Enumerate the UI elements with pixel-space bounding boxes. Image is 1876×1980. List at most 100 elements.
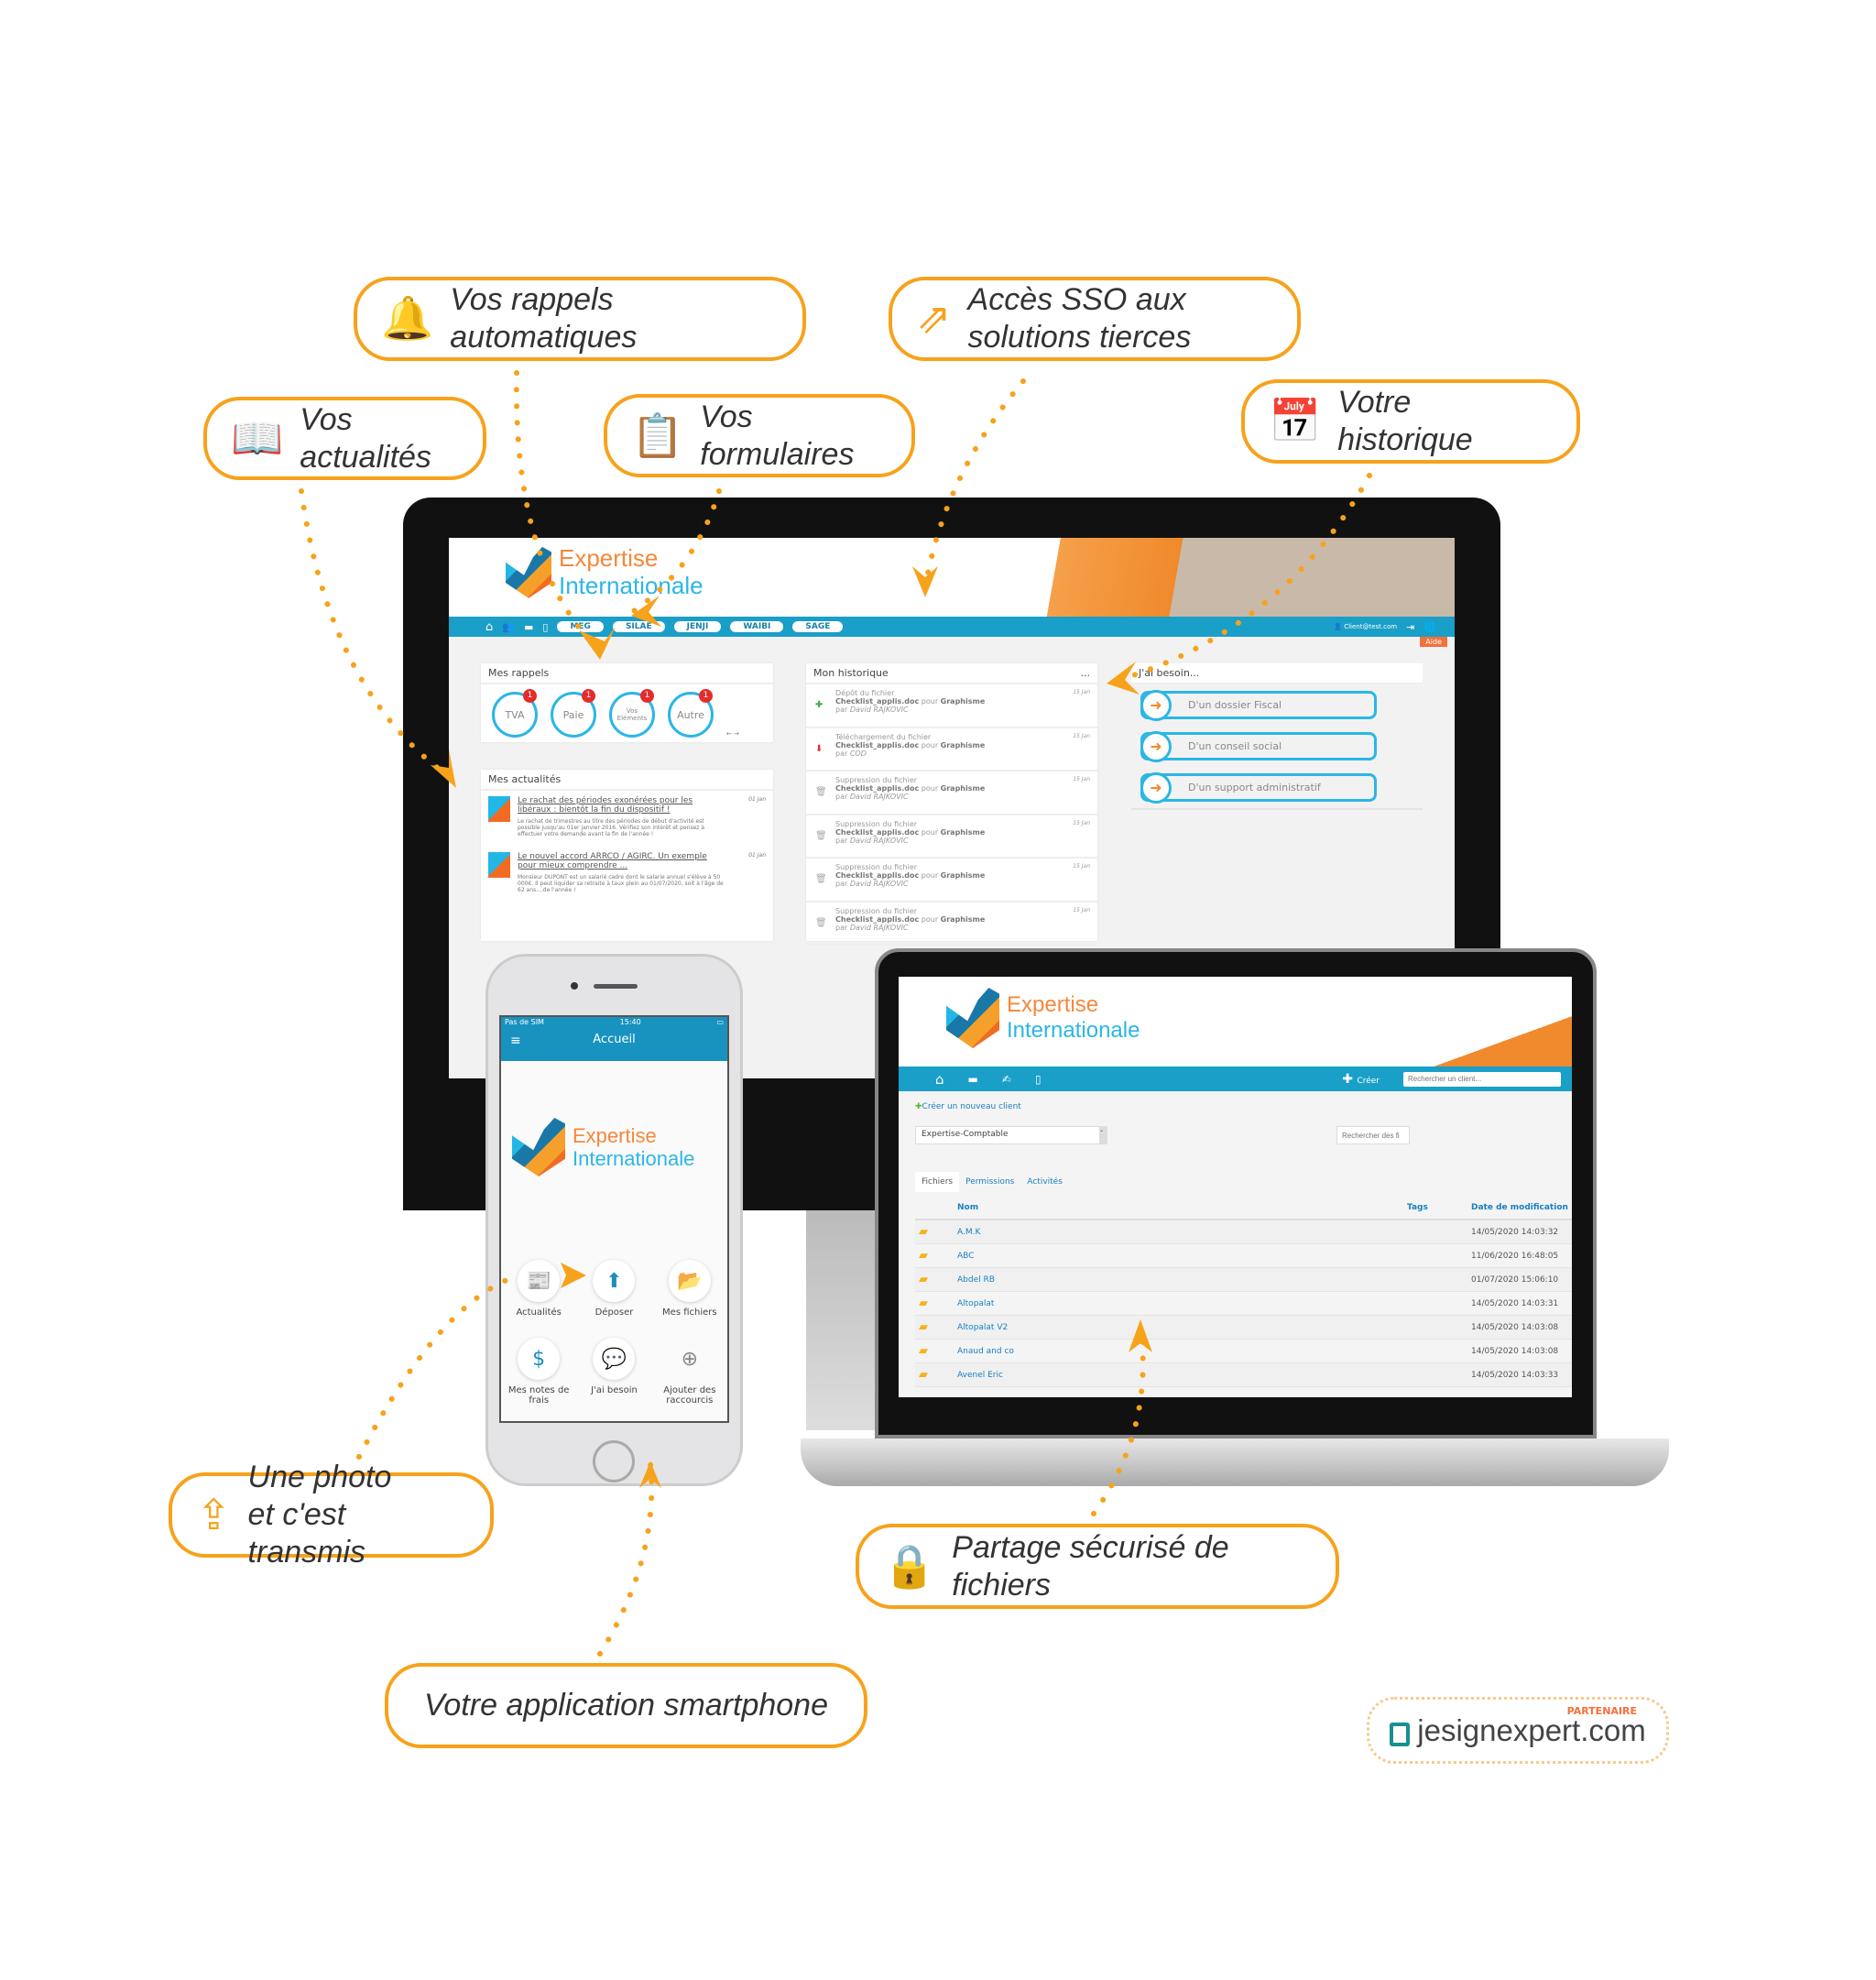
table-row[interactable]: ▰ Altopalat 14/05/2020 14:03:31 — [915, 1292, 1572, 1316]
file-name[interactable]: A.M.K — [957, 1228, 1407, 1237]
file-name[interactable]: Avenel Eric — [957, 1371, 1407, 1380]
need-fiscal-button[interactable]: ➜ D'un dossier Fiscal — [1140, 689, 1377, 721]
users-icon[interactable]: 👥 — [502, 621, 515, 633]
table-row[interactable]: ▰ A.M.K 14/05/2020 14:03:32 — [915, 1220, 1572, 1244]
news-title[interactable]: Le rachat des périodes exonérées pour le… — [518, 796, 728, 815]
hamburger-menu-icon[interactable]: ≡ — [510, 1034, 521, 1048]
news-item[interactable]: Le nouvel accord ARRCO / AGIRC. Un exemp… — [481, 847, 773, 899]
file-name[interactable]: Altopalat — [957, 1299, 1407, 1308]
shortcut-newspaper[interactable]: 📰 Actualités — [501, 1260, 576, 1318]
history-pour: pour — [921, 827, 939, 837]
history-date: 15 Jan — [1073, 819, 1090, 826]
history-file: Checklist_applis.doc — [835, 784, 920, 793]
history-item[interactable]: ✚ Dépôt du fichier Checklist_applis.doc … — [806, 684, 1097, 728]
history-user: David RAJKOVIC — [849, 706, 909, 714]
prev-button[interactable]: ← — [726, 730, 732, 738]
file-name[interactable]: ABC — [957, 1252, 1407, 1261]
reminder-autre[interactable]: Autre 1 — [668, 689, 714, 738]
partner-logo: jesignexpert.com PARTENAIRE — [1367, 1697, 1669, 1764]
col-nom[interactable]: Nom — [957, 1203, 1407, 1212]
brand-logo: Expertise Internationale — [512, 1118, 694, 1176]
need-social-button[interactable]: ➜ D'un conseil social — [1140, 730, 1377, 762]
more-menu-icon[interactable]: ... — [1081, 667, 1091, 679]
clipboard-icon[interactable]: ▯ — [542, 621, 548, 633]
news-title[interactable]: Le nouvel accord ARRCO / AGIRC. Un exemp… — [518, 852, 728, 870]
history-target: Graphisme — [940, 914, 986, 924]
shortcut-plus-circle[interactable]: ⊕ Ajouter des raccourcis — [652, 1338, 727, 1406]
next-button[interactable]: → — [734, 730, 739, 738]
home-icon[interactable]: ⌂ — [485, 620, 493, 634]
need-label: D'un support administratif — [1188, 782, 1321, 793]
arrow-right-icon: ➜ — [1140, 730, 1172, 762]
clipboard-icon[interactable]: ▯ — [1035, 1073, 1042, 1086]
select-value: Expertise-Comptable — [922, 1130, 1009, 1139]
folder-icon[interactable]: ▬ — [524, 621, 533, 633]
search-client-input[interactable] — [1403, 1071, 1561, 1087]
file-name[interactable]: Altopalat V2 — [957, 1323, 1407, 1332]
globe-icon[interactable]: 🌐 — [1423, 621, 1436, 633]
file-upload-icon: ⬆ — [593, 1260, 636, 1302]
history-item[interactable]: 🗑 Suppression du fichier Checklist_appli… — [806, 902, 1097, 946]
history-item[interactable]: 🗑 Suppression du fichier Checklist_appli… — [806, 859, 1097, 902]
home-button[interactable] — [593, 1440, 635, 1482]
tab-fichiers[interactable]: Fichiers — [915, 1172, 960, 1192]
partner-badge: PARTENAIRE — [1566, 1705, 1637, 1717]
nav-pill-sage[interactable]: SAGE — [792, 621, 844, 632]
arrow-right-icon: ➜ — [1140, 771, 1172, 804]
nav-pill-silae[interactable]: SILAE — [612, 621, 665, 632]
nav-pill-meg[interactable]: MEG — [557, 621, 604, 632]
callout-actualites: 📖 Vos actualités — [203, 397, 486, 480]
shortcut-expense-file[interactable]: $ Mes notes de frais — [501, 1338, 576, 1406]
col-tags[interactable]: Tags — [1407, 1203, 1471, 1212]
shortcut-folder-open[interactable]: 📂 Mes fichiers — [652, 1260, 727, 1318]
arrow-right-icon: ➜ — [1140, 689, 1172, 721]
help-button[interactable]: Aide — [1420, 637, 1447, 647]
new-client-link[interactable]: ✚Créer un nouveau client — [915, 1102, 1021, 1111]
file-name[interactable]: Abdel RB — [957, 1275, 1407, 1285]
table-row[interactable]: ▰ Anaud and co 14/05/2020 14:03:08 — [915, 1340, 1572, 1363]
signature-icon[interactable]: ✍ — [1002, 1073, 1011, 1086]
table-row[interactable]: ▰ Abdel RB 01/07/2020 15:06:10 — [915, 1268, 1572, 1292]
news-item[interactable]: Le rachat des périodes exonérées pour le… — [481, 791, 773, 843]
table-row[interactable]: ▰ Altopalat V2 14/05/2020 14:03:08 — [915, 1316, 1572, 1340]
callout-photo: ⇪ Une photo et c'est transmis — [169, 1460, 494, 1570]
file-date: 01/07/2020 15:06:10 — [1471, 1274, 1559, 1285]
table-row[interactable]: ▰ ABC 11/06/2020 16:48:05 — [915, 1244, 1572, 1268]
reminder-tva[interactable]: TVA 1 — [492, 689, 538, 738]
search-files-input[interactable] — [1336, 1126, 1410, 1144]
create-button[interactable]: ✚ Créer — [1342, 1072, 1380, 1087]
history-pour: pour — [921, 784, 939, 793]
nav-pill-waibi[interactable]: WAIBI — [730, 621, 784, 632]
col-date[interactable]: Date de modification — [1471, 1203, 1572, 1212]
reminder-paie[interactable]: Paie 1 — [551, 689, 596, 738]
reminder-label: Paie — [562, 708, 584, 721]
history-pour: pour — [921, 740, 939, 749]
plus-icon: ✚ — [1342, 1071, 1358, 1087]
callout-text: Vos rappels automatiques — [450, 282, 638, 355]
news-body: Le rachat de trimestres au titre des pér… — [518, 818, 705, 837]
panel-title: Mes rappels — [481, 663, 773, 684]
shortcut-file-upload[interactable]: ⬆ Déposer — [576, 1260, 651, 1318]
table-row[interactable]: ▰ Avenel Eric 14/05/2020 14:03:33 — [915, 1363, 1572, 1387]
history-item[interactable]: 🗑 Suppression du fichier Checklist_appli… — [806, 771, 1097, 815]
home-icon[interactable]: ⌂ — [935, 1071, 944, 1088]
logo-mark-icon — [946, 988, 999, 1048]
history-item[interactable]: 🗑 Suppression du fichier Checklist_appli… — [806, 815, 1097, 859]
nav-pill-jenji[interactable]: JENJI — [673, 621, 722, 632]
tab-permissions[interactable]: Permissions — [959, 1172, 1020, 1192]
file-date: 14/05/2020 14:03:32 — [1471, 1227, 1559, 1237]
client-type-select[interactable]: Expertise-Comptable ⌄ — [915, 1126, 1107, 1144]
user-menu[interactable]: 👤 Client@test.com — [1334, 623, 1397, 630]
reminder-vos-elements[interactable]: Vos Eléments 1 — [609, 689, 655, 738]
history-item[interactable]: ⬇ Téléchargement du fichier Checklist_ap… — [806, 728, 1097, 771]
logout-icon[interactable]: ⇥ — [1406, 621, 1414, 633]
reminder-label: TVA — [505, 708, 525, 721]
shortcut-chat-bubbles[interactable]: 💬 J'ai besoin — [576, 1338, 651, 1406]
folder-icon: ▰ — [919, 1320, 928, 1334]
file-name[interactable]: Anaud and co — [957, 1347, 1407, 1356]
newspaper-icon: 📰 — [518, 1260, 561, 1302]
folder-icon[interactable]: ▬ — [968, 1073, 978, 1086]
tab-activites[interactable]: Activités — [1020, 1172, 1069, 1192]
need-admin-button[interactable]: ➜ D'un support administratif — [1140, 771, 1377, 804]
shortcut-label: Ajouter des raccourcis — [663, 1385, 716, 1406]
